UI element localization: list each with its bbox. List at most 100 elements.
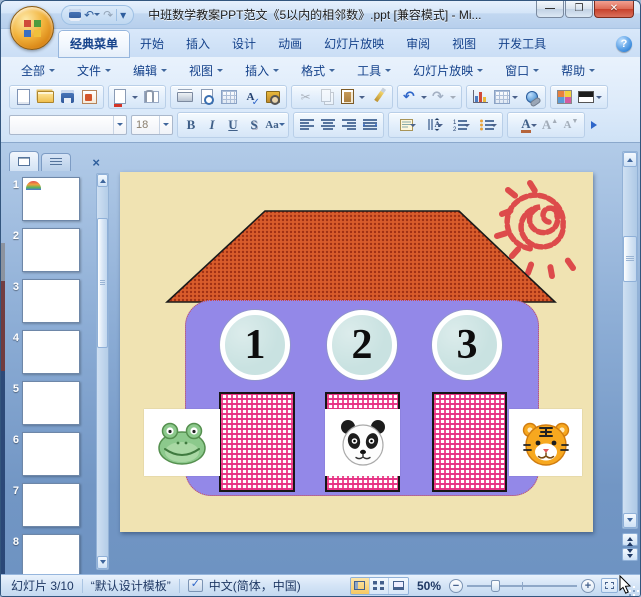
- tab-home[interactable]: 开始: [129, 31, 175, 57]
- menu-insert[interactable]: 插入: [235, 59, 289, 82]
- title-bar[interactable]: ↶ ↷ ▾ 中班数学教案PPT范文《5以内的相邻数》.ppt [兼容模式] - …: [1, 1, 640, 50]
- fit-to-window-button[interactable]: [601, 578, 618, 593]
- tab-animation[interactable]: 动画: [267, 31, 313, 57]
- tab-design[interactable]: 设计: [221, 31, 267, 57]
- underline-button[interactable]: U: [223, 115, 243, 135]
- font-size-combo[interactable]: 18: [131, 114, 173, 135]
- help-icon[interactable]: ?: [616, 36, 632, 52]
- export-icon[interactable]: [79, 87, 100, 107]
- editor-scrollbar[interactable]: [622, 151, 638, 529]
- thumbnail-frame[interactable]: [22, 534, 80, 574]
- change-case-button[interactable]: Aa: [265, 115, 285, 135]
- shrink-font-button[interactable]: A ▼: [561, 115, 581, 135]
- research-icon[interactable]: [262, 87, 283, 107]
- tab-insert[interactable]: 插入: [175, 31, 221, 57]
- thumbnail-frame[interactable]: [22, 228, 80, 272]
- print-preview-icon[interactable]: [196, 87, 217, 107]
- menu-view[interactable]: 视图: [179, 59, 233, 82]
- email-icon[interactable]: [141, 87, 162, 107]
- panel-scrollbar[interactable]: [96, 173, 109, 570]
- slide-thumbnail-3[interactable]: 3: [7, 279, 109, 323]
- redo-button[interactable]: ↷: [103, 9, 113, 21]
- menu-tools[interactable]: 工具: [347, 59, 401, 82]
- number-circle-1[interactable]: 1: [220, 310, 290, 380]
- align-center-icon[interactable]: [318, 115, 338, 135]
- permission-icon[interactable]: [112, 87, 140, 107]
- menu-slideshow[interactable]: 幻灯片放映: [403, 59, 493, 82]
- hyperlink-icon[interactable]: [521, 87, 542, 107]
- save-button[interactable]: [69, 8, 81, 21]
- scrollbar-thumb[interactable]: [97, 218, 108, 348]
- open-icon[interactable]: [35, 87, 56, 107]
- scrollbar-thumb[interactable]: [623, 236, 637, 282]
- tab-classic-menu[interactable]: 经典菜单: [59, 31, 130, 57]
- menu-all[interactable]: 全部: [11, 59, 65, 82]
- zoom-slider[interactable]: [467, 579, 577, 592]
- office-button[interactable]: [10, 6, 54, 50]
- customize-qat-button[interactable]: ▾: [120, 9, 126, 21]
- placeholder-layout-icon[interactable]: [392, 115, 418, 135]
- grow-font-button[interactable]: A ▲: [540, 115, 560, 135]
- scroll-up-icon[interactable]: [623, 152, 637, 167]
- slide-sorter-button[interactable]: [369, 577, 389, 594]
- tab-slides-thumbnails[interactable]: [9, 151, 39, 171]
- spelling-icon[interactable]: [240, 87, 261, 108]
- align-right-icon[interactable]: [339, 115, 359, 135]
- thumbnail-frame[interactable]: [22, 432, 80, 476]
- menu-help[interactable]: 帮助: [551, 59, 605, 82]
- print-icon[interactable]: [174, 87, 195, 107]
- thumbnail-frame[interactable]: [22, 330, 80, 374]
- menu-format[interactable]: 格式: [291, 59, 345, 82]
- tab-outline[interactable]: [41, 153, 71, 171]
- panda-card[interactable]: [325, 409, 400, 476]
- black-white-icon[interactable]: [576, 87, 604, 107]
- menu-file[interactable]: 文件: [67, 59, 121, 82]
- text-direction-icon[interactable]: A: [419, 115, 445, 135]
- thumbnail-frame[interactable]: [22, 483, 80, 527]
- minimize-button[interactable]: —: [536, 1, 564, 18]
- scroll-down-icon[interactable]: [623, 513, 637, 528]
- normal-view-button[interactable]: [350, 577, 370, 594]
- tab-slideshow[interactable]: 幻灯片放映: [313, 31, 395, 57]
- font-color-button[interactable]: A: [511, 115, 539, 135]
- frog-card[interactable]: [144, 409, 220, 476]
- scroll-down-icon[interactable]: [97, 556, 108, 569]
- save-icon[interactable]: [57, 87, 78, 107]
- tab-review[interactable]: 审阅: [395, 31, 441, 57]
- scroll-up-icon[interactable]: [97, 174, 108, 187]
- zoom-in-button[interactable]: +: [581, 578, 595, 593]
- bold-button[interactable]: B: [181, 115, 201, 135]
- slide-canvas[interactable]: 1 2 3: [120, 172, 593, 532]
- slide-thumbnail-1[interactable]: 1: [7, 177, 109, 221]
- zoom-slider-thumb[interactable]: [491, 579, 500, 592]
- undo-icon[interactable]: [401, 87, 429, 107]
- chevron-down-icon[interactable]: [113, 115, 126, 134]
- spellcheck-icon[interactable]: [187, 577, 203, 592]
- slideshow-button[interactable]: [388, 577, 408, 594]
- menu-window[interactable]: 窗口: [495, 59, 549, 82]
- language-indicator[interactable]: 中文(简体，中国): [209, 577, 301, 594]
- align-left-icon[interactable]: [297, 115, 317, 135]
- copy-icon[interactable]: [317, 87, 338, 107]
- tab-developer[interactable]: 开发工具: [487, 31, 557, 57]
- close-panel-icon[interactable]: ×: [89, 154, 103, 171]
- zoom-level[interactable]: 50%: [417, 579, 441, 593]
- chevron-down-icon[interactable]: [159, 115, 172, 134]
- tab-view[interactable]: 视图: [441, 31, 487, 57]
- table-grid-icon[interactable]: [218, 87, 239, 107]
- insert-table-icon[interactable]: [492, 87, 520, 107]
- color-scheme-icon[interactable]: [554, 87, 575, 107]
- chart-icon[interactable]: [470, 87, 491, 107]
- paste-icon[interactable]: [339, 87, 367, 107]
- tiger-card[interactable]: [509, 409, 582, 476]
- template-name[interactable]: “默认设计模板”: [91, 577, 171, 594]
- slide-thumbnail-5[interactable]: 5: [7, 381, 109, 425]
- slide-thumbnail-6[interactable]: 6: [7, 432, 109, 476]
- bullet-list-icon[interactable]: [473, 115, 499, 135]
- maximize-button[interactable]: ❐: [565, 1, 593, 18]
- next-slide-button[interactable]: [622, 548, 638, 561]
- cut-icon[interactable]: [295, 87, 316, 107]
- justify-icon[interactable]: [360, 115, 380, 135]
- slide-thumbnail-7[interactable]: 7: [7, 483, 109, 527]
- zoom-out-button[interactable]: −: [449, 578, 463, 593]
